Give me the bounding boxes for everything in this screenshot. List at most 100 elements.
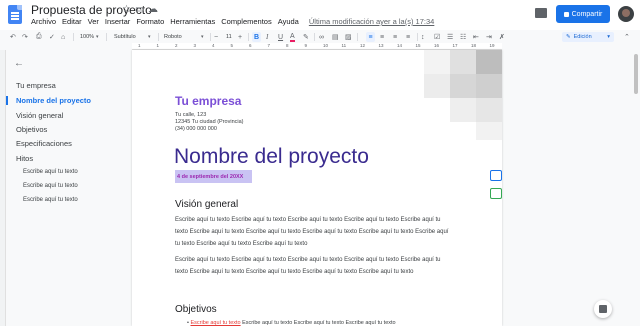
bold-button[interactable]: B [252, 32, 261, 42]
highlight-icon[interactable]: ✎ [303, 32, 309, 42]
comment-history-icon[interactable] [535, 8, 547, 18]
scrollbar-thumb[interactable] [634, 54, 638, 94]
last-edit-link[interactable]: Última modificación ayer a la(s) 17:34 [309, 17, 434, 26]
text-color-button[interactable]: A [290, 32, 295, 42]
share-label: Compartir [571, 10, 603, 18]
ruler-number: 16 [434, 43, 440, 48]
toolbar-divider [210, 33, 211, 41]
increase-indent-icon[interactable]: ⇥ [486, 32, 492, 42]
suggest-edit-icon[interactable] [490, 188, 502, 199]
menu-herramientas[interactable]: Herramientas [170, 17, 215, 26]
menu-archivo[interactable]: Archivo [31, 17, 56, 26]
spellcheck-icon[interactable]: ✓ [49, 32, 55, 42]
ruler-number: 7 [267, 43, 271, 48]
share-button[interactable]: Compartir [556, 5, 610, 23]
overview-heading: Visión general [175, 199, 239, 210]
phone-number: (34) 000 000 000 [175, 126, 217, 132]
align-left-icon[interactable]: ≡ [366, 32, 375, 42]
font-size-input[interactable]: 11 [226, 32, 232, 42]
ruler-number: 18 [471, 43, 477, 48]
print-icon[interactable]: ⎙ [36, 32, 42, 42]
link-icon[interactable]: ∞ [319, 32, 324, 42]
outline-item-vision-general[interactable]: Visión general [16, 111, 63, 120]
toolbar-divider [248, 33, 249, 41]
ruler-number: 17 [452, 43, 458, 48]
toolbar-divider [357, 33, 358, 41]
bulleted-list-icon[interactable]: ☰ [447, 32, 453, 42]
outline-item-hito-3[interactable]: Escribe aquí tu texto [23, 197, 78, 203]
ruler-number: 14 [397, 43, 403, 48]
outline-item-especificaciones[interactable]: Especificaciones [16, 139, 72, 148]
menu-editar[interactable]: Editar [62, 17, 82, 26]
ruler-number: 10 [323, 43, 329, 48]
checklist-icon[interactable]: ☑ [434, 32, 440, 42]
outline-item-hitos[interactable]: Hitos [16, 154, 33, 163]
move-folder-icon[interactable]: ▭ [135, 4, 144, 15]
objective-bullet-text: Escribe aquí tu texto Escribe aquí tu te… [240, 320, 396, 326]
italic-button[interactable]: I [266, 32, 268, 42]
add-comment-icon[interactable]: ▤ [332, 32, 339, 42]
outline-item-tu-empresa[interactable]: Tu empresa [16, 81, 56, 90]
clear-formatting-icon[interactable]: ✗ [499, 32, 505, 42]
decrease-indent-icon[interactable]: ⇤ [473, 32, 479, 42]
underline-button[interactable]: U [278, 32, 283, 42]
zoom-select[interactable]: 100% [80, 32, 94, 42]
ruler-number: 5 [230, 43, 234, 48]
document-title[interactable]: Propuesta de proyecto [31, 3, 152, 17]
back-arrow-icon[interactable]: ← [14, 58, 24, 69]
ruler-number: 3 [193, 43, 197, 48]
increase-font-icon[interactable]: + [238, 32, 242, 42]
menu-bar: Archivo Editar Ver Insertar Formato Herr… [31, 17, 434, 26]
menu-complementos[interactable]: Complementos [221, 17, 271, 26]
editing-mode-select[interactable]: ✎ Edición ▾ [562, 32, 614, 42]
editing-mode-label: Edición [573, 34, 592, 40]
font-select[interactable]: Roboto [164, 32, 182, 42]
outline-item-nombre-del-proyecto[interactable]: Nombre del proyecto [16, 96, 91, 105]
insert-image-icon[interactable]: ▨ [345, 32, 352, 42]
style-select[interactable]: Subtítulo [114, 32, 136, 42]
explore-icon [599, 305, 607, 313]
document-page[interactable]: Tu empresa Tu calle, 123 12345 Tu ciudad… [132, 50, 502, 326]
title-bar: Propuesta de proyecto ☆ ▭ ☁ Archivo Edit… [0, 0, 640, 30]
toolbar-divider [314, 33, 315, 41]
objective-bullet-highlight: Escribe aquí tu texto [190, 320, 241, 326]
vertical-ruler[interactable] [0, 50, 6, 326]
chevron-up-icon[interactable]: ⌃ [624, 32, 630, 42]
paint-format-icon[interactable]: ⌂ [61, 32, 65, 42]
outline-item-hito-2[interactable]: Escribe aquí tu texto [23, 183, 78, 189]
horizontal-ruler[interactable]: 1 1 2 3 4 5 6 7 8 9 10 11 12 13 14 15 16 17 18 19 [132, 43, 502, 50]
toolbar-divider [417, 33, 418, 41]
align-justify-icon[interactable]: ≡ [406, 32, 410, 42]
chevron-down-icon: ▾ [96, 34, 99, 40]
ruler-number: 15 [415, 43, 421, 48]
menu-insertar[interactable]: Insertar [105, 17, 130, 26]
outline-item-objetivos[interactable]: Objetivos [16, 125, 47, 134]
menu-ver[interactable]: Ver [88, 17, 99, 26]
line-spacing-icon[interactable]: ↕ [421, 32, 425, 42]
menu-ayuda[interactable]: Ayuda [278, 17, 299, 26]
address-line-1: Tu calle, 123 [175, 112, 207, 118]
ruler-number: 2 [175, 43, 178, 48]
ruler-number: 12 [360, 43, 366, 48]
decrease-font-icon[interactable]: − [214, 32, 218, 42]
ruler-number: 13 [378, 43, 384, 48]
objectives-heading: Objetivos [175, 304, 217, 315]
ruler-number: 6 [249, 43, 252, 48]
avatar[interactable] [618, 6, 634, 22]
align-center-icon[interactable]: ≡ [380, 32, 384, 42]
explore-button[interactable] [594, 300, 612, 318]
star-icon[interactable]: ☆ [122, 4, 131, 15]
align-right-icon[interactable]: ≡ [393, 32, 397, 42]
outline-item-hito-1[interactable]: Escribe aquí tu texto [23, 169, 78, 175]
undo-icon[interactable]: ↶ [10, 32, 16, 42]
menu-formato[interactable]: Formato [136, 17, 164, 26]
overview-paragraph-2: Escribe aquí tu texto Escribe aquí tu te… [175, 257, 441, 275]
project-name-heading: Nombre del proyecto [174, 145, 369, 168]
decorative-squares [392, 50, 502, 140]
add-comment-icon[interactable] [490, 170, 502, 181]
redo-icon[interactable]: ↷ [22, 32, 28, 42]
chevron-down-icon: ▾ [148, 34, 151, 40]
scrollbar[interactable] [632, 50, 640, 326]
docs-logo-icon[interactable] [8, 5, 22, 24]
numbered-list-icon[interactable]: ☷ [460, 32, 466, 42]
